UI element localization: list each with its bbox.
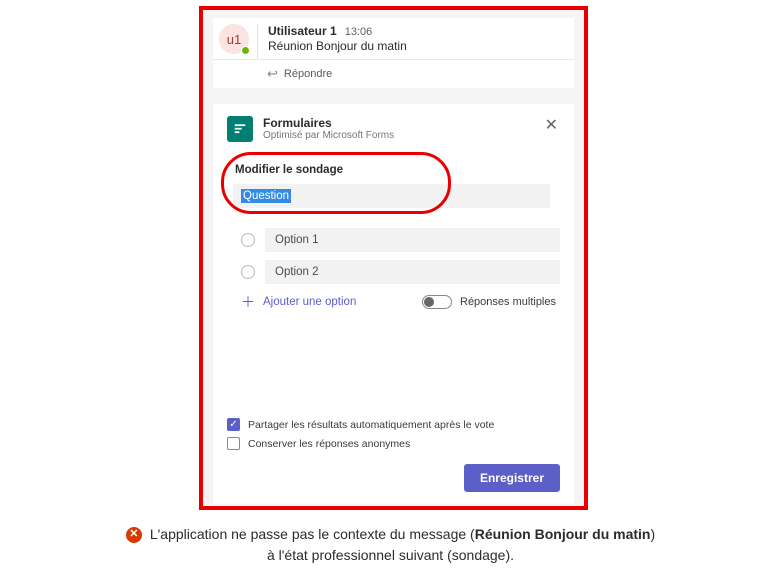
toggle-track	[422, 295, 452, 309]
forms-header: Formulaires Optimisé par Microsoft Forms…	[227, 116, 560, 142]
avatar-initials: u1	[227, 32, 241, 47]
forms-card: Formulaires Optimisé par Microsoft Forms…	[213, 104, 574, 504]
option-input[interactable]: Option 1	[265, 228, 560, 252]
screenshot-frame: u1 Utilisateur 1 13:06 Réunion Bonjour d…	[199, 6, 588, 510]
error-icon: ✕	[126, 527, 142, 543]
avatar: u1	[219, 24, 249, 54]
message-body: Utilisateur 1 13:06 Réunion Bonjour du m…	[257, 24, 566, 59]
message-author: Utilisateur 1	[268, 24, 337, 38]
share-results-row: ✓ Partager les résultats automatiquement…	[227, 418, 560, 431]
question-placeholder-text: Question	[241, 189, 291, 203]
option-row-1: Option 1	[241, 228, 560, 252]
presence-indicator	[241, 46, 250, 55]
caption-bold: Réunion Bonjour du matin	[475, 526, 651, 542]
message-timestamp: 13:06	[345, 26, 373, 38]
forms-subtitle: Optimisé par Microsoft Forms	[263, 130, 533, 141]
share-results-label: Partager les résultats automatiquement a…	[248, 419, 494, 431]
save-row: Enregistrer	[227, 464, 560, 492]
radio-icon[interactable]	[241, 233, 255, 247]
anonymous-label: Conserver les réponses anonymes	[248, 438, 410, 450]
add-option-label: Ajouter une option	[263, 296, 356, 308]
toggle-knob	[424, 297, 434, 307]
options-list: Option 1 Option 2 ＋ Ajouter une option R…	[227, 228, 560, 312]
save-button[interactable]: Enregistrer	[464, 464, 560, 492]
close-icon[interactable]: ✕	[543, 116, 560, 136]
multiple-answers-toggle[interactable]: Réponses multiples	[422, 295, 556, 309]
caption-part1: L'application ne passe pas le contexte d…	[150, 526, 475, 542]
plus-icon: ＋	[241, 292, 255, 312]
caption-line2: à l'état professionnel suivant (sondage)…	[20, 545, 761, 566]
edit-poll-section: Modifier le sondage Question	[227, 156, 560, 216]
forms-title: Formulaires	[263, 116, 533, 130]
anonymous-row: Conserver les réponses anonymes	[227, 437, 560, 450]
multiple-answers-label: Réponses multiples	[460, 296, 556, 308]
add-option-button[interactable]: ＋ Ajouter une option	[241, 292, 356, 312]
poll-settings: ✓ Partager les résultats automatiquement…	[227, 418, 560, 456]
message-text: Réunion Bonjour du matin	[268, 39, 566, 53]
option-row-2: Option 2	[241, 260, 560, 284]
anonymous-checkbox[interactable]	[227, 437, 240, 450]
option-input[interactable]: Option 2	[265, 260, 560, 284]
share-results-checkbox[interactable]: ✓	[227, 418, 240, 431]
caption: ✕ L'application ne passe pas le contexte…	[0, 524, 781, 566]
forms-logo-icon	[227, 116, 253, 142]
question-input[interactable]: Question	[233, 184, 550, 208]
section-heading: Modifier le sondage	[235, 164, 550, 176]
reply-icon: ↩	[267, 66, 278, 82]
chat-message: u1 Utilisateur 1 13:06 Réunion Bonjour d…	[213, 18, 574, 59]
caption-part2: )	[650, 526, 655, 542]
radio-icon[interactable]	[241, 265, 255, 279]
poll-controls-row: ＋ Ajouter une option Réponses multiples	[241, 292, 560, 312]
reply-label: Répondre	[284, 68, 332, 80]
reply-button[interactable]: ↩ Répondre	[213, 59, 574, 88]
